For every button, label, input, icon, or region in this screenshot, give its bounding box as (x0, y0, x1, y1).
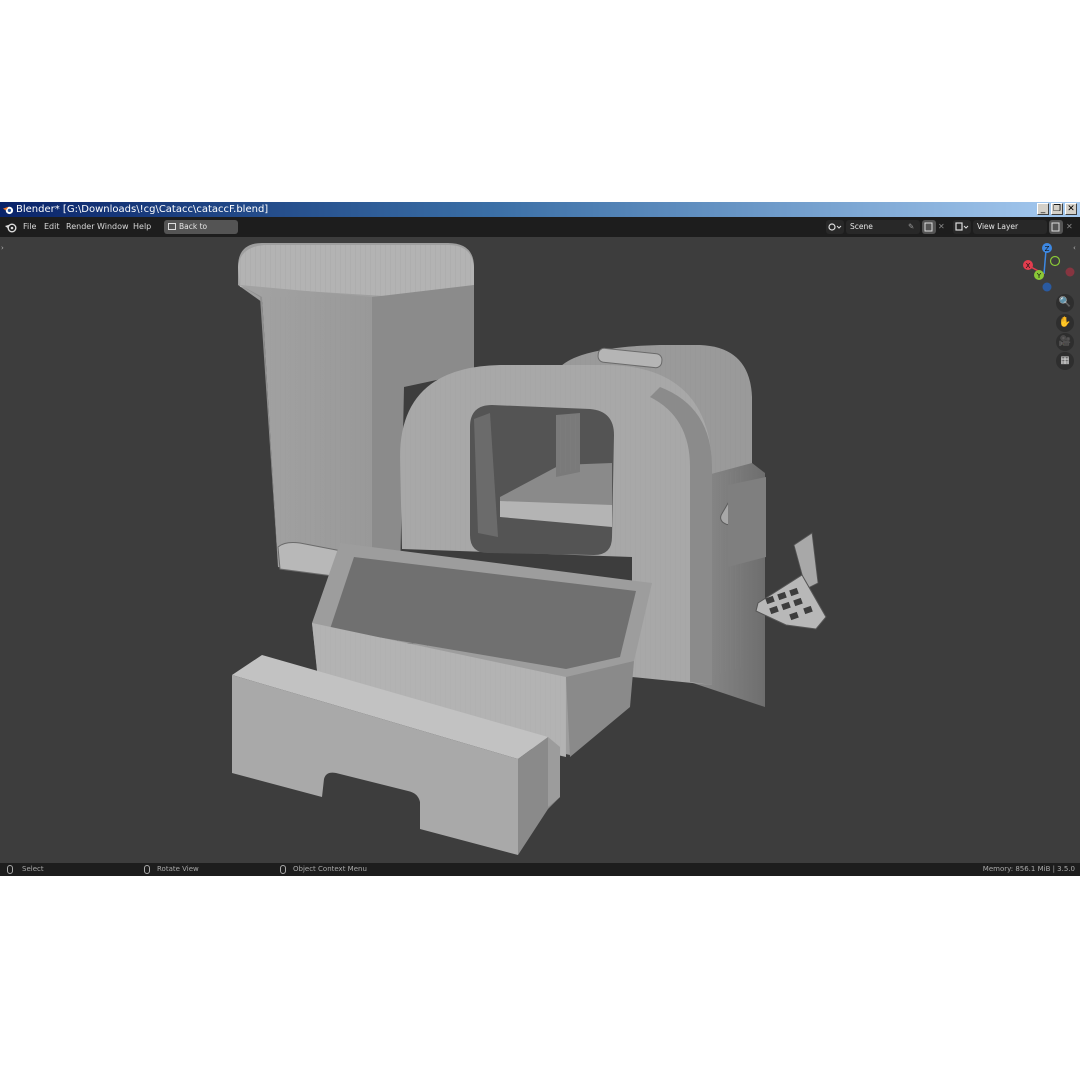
gizmo-z-label: Z (1045, 245, 1050, 253)
status-memory: Memory: 856.1 MiB | 3.5.0 (982, 865, 1075, 873)
mouse-middle-icon (144, 865, 150, 874)
top-bar: File Edit Render Window Help Back to Pre… (0, 217, 1080, 245)
status-bar: Select Rotate View Object Context Menu M… (0, 863, 1080, 876)
zoom-icon[interactable]: 🔍 (1056, 294, 1074, 312)
close-button[interactable]: ✕ (1065, 203, 1077, 215)
mouse-right-icon (280, 865, 286, 874)
new-scene-button[interactable] (922, 220, 936, 234)
title-bar: Blender* [G:\Downloads\!cg\Catacc\catacc… (0, 202, 1080, 217)
remove-scene-icon[interactable]: ✕ (938, 220, 945, 234)
copy-icon (1051, 222, 1060, 232)
status-context-menu: Object Context Menu (293, 865, 367, 873)
scene-icon (828, 223, 842, 231)
gizmo-x-label: X (1026, 262, 1031, 270)
blender-menu-icon[interactable] (5, 221, 17, 233)
status-rotate-view: Rotate View (157, 865, 199, 873)
new-view-layer-button[interactable] (1049, 220, 1063, 234)
menu-help[interactable]: Help (133, 217, 151, 237)
gizmo-neg-x[interactable] (1065, 267, 1075, 277)
menu-file[interactable]: File (23, 217, 36, 237)
sidebar-toggle-icon[interactable]: ‹ (1073, 244, 1076, 252)
menu-window[interactable]: Window (97, 217, 129, 237)
grid-icon[interactable]: ▦ (1056, 352, 1074, 370)
scene-name-field[interactable]: Scene ✎ (846, 220, 920, 234)
gizmo-y-label: Y (1036, 272, 1042, 280)
3d-viewport[interactable]: Z Y X 🔍 ✋ 🎥 ▦ › ‹ (0, 237, 1080, 863)
navigation-gizmo[interactable]: Z Y X (1023, 243, 1075, 292)
back-to-previous-button[interactable]: Back to Previous (164, 220, 238, 245)
menu-edit[interactable]: Edit (44, 217, 60, 237)
view-layer-field[interactable]: View Layer (973, 220, 1047, 234)
window-title: Blender* [G:\Downloads\!cg\Catacc\catacc… (16, 204, 269, 215)
hand-icon[interactable]: ✋ (1056, 314, 1074, 332)
copy-icon (924, 222, 933, 232)
status-select: Select (22, 865, 44, 873)
view-layer-name: View Layer (977, 222, 1019, 231)
camera-icon[interactable]: 🎥 (1056, 333, 1074, 351)
pin-icon[interactable]: ✎ (908, 220, 914, 234)
mouse-left-icon (7, 865, 13, 874)
view-layer-browse-button[interactable] (953, 220, 971, 234)
back-icon (168, 223, 176, 230)
restore-button[interactable]: ❐ (1051, 203, 1063, 215)
litter-scoop-model[interactable] (755, 532, 827, 630)
remove-view-layer-icon[interactable]: ✕ (1066, 220, 1073, 234)
scene-name: Scene (850, 222, 873, 231)
blender-logo-icon (3, 206, 14, 215)
gizmo-neg-y[interactable] (1049, 255, 1061, 267)
blender-window: Blender* [G:\Downloads\!cg\Catacc\catacc… (0, 202, 1080, 876)
viewport-scene[interactable]: Z Y X (0, 237, 1080, 863)
scene-browse-button[interactable] (826, 220, 844, 234)
menu-render[interactable]: Render (66, 217, 94, 237)
view-layer-icon (955, 222, 969, 231)
gizmo-neg-z[interactable] (1042, 282, 1052, 292)
minimize-button[interactable]: _ (1037, 203, 1049, 215)
toolbar-toggle-icon[interactable]: › (1, 244, 4, 252)
